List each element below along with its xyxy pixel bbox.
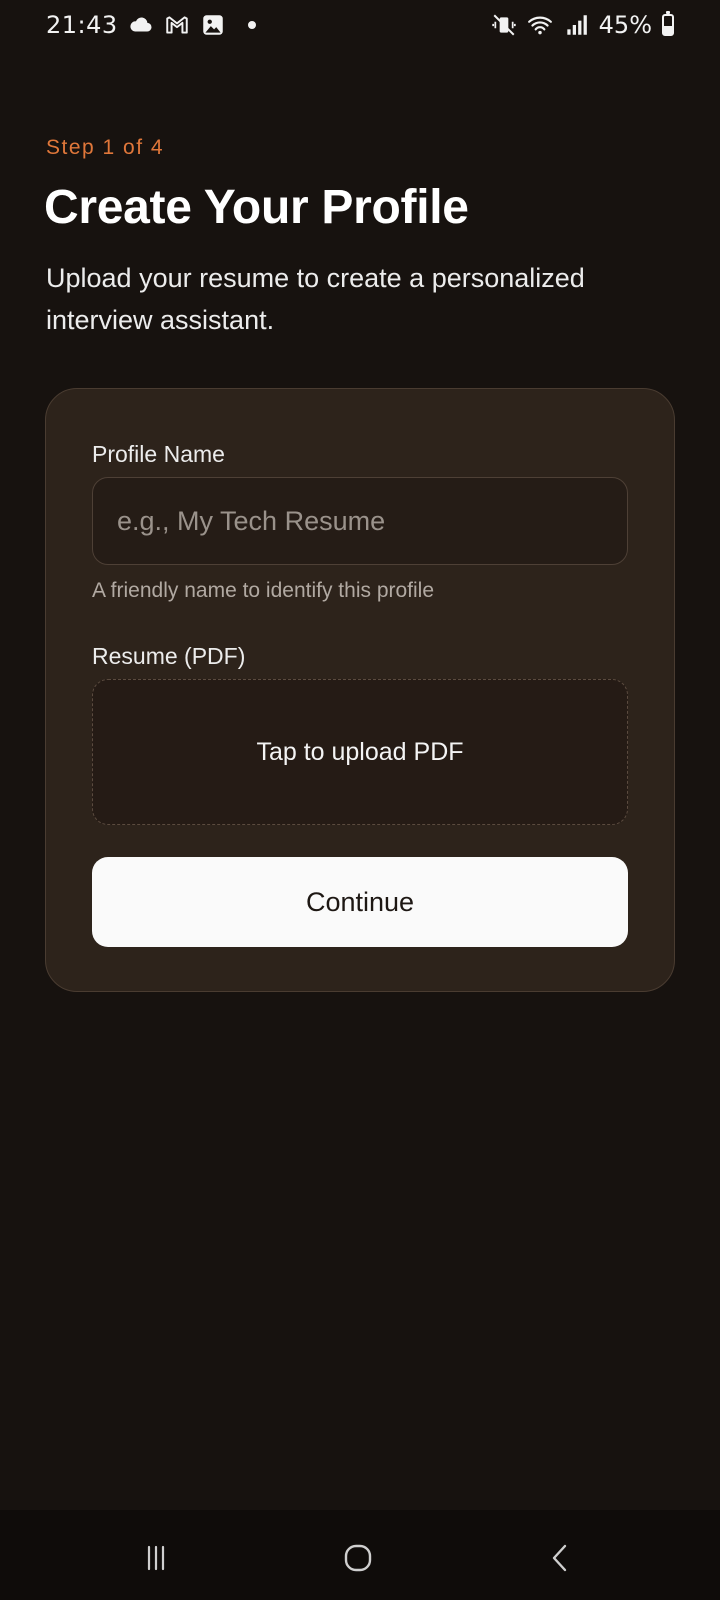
battery-icon [662, 11, 674, 36]
navigation-bar [0, 1510, 720, 1600]
status-bar: 21:43 45% [0, 0, 720, 50]
mute-vibrate-icon [491, 12, 517, 38]
back-icon [552, 1544, 567, 1572]
upload-prompt: Tap to upload PDF [256, 737, 464, 766]
recent-apps-button[interactable] [128, 1530, 184, 1586]
profile-name-helper: A friendly name to identify this profile [92, 579, 435, 602]
recent-apps-icon [147, 1545, 165, 1571]
gallery-icon [200, 12, 226, 38]
back-button[interactable] [532, 1530, 588, 1586]
battery-percent: 45% [598, 11, 652, 39]
page-title: Create Your Profile [44, 181, 469, 234]
signal-icon [563, 12, 589, 38]
notification-dot-icon [247, 21, 256, 29]
status-left: 21:43 [46, 11, 256, 39]
battery-fill [664, 25, 672, 34]
home-icon [344, 1544, 372, 1572]
status-right: 45% [491, 11, 674, 39]
wifi-icon [527, 12, 553, 38]
profile-name-label: Profile Name [92, 441, 225, 467]
cloud-icon [128, 12, 154, 38]
status-time: 21:43 [46, 11, 118, 39]
screen: 21:43 45% Step 1 of 4 Create Your Profil… [0, 0, 720, 1600]
step-indicator: Step 1 of 4 [46, 136, 165, 159]
page-subtitle: Upload your resume to create a personali… [46, 263, 585, 335]
gmail-icon [164, 12, 190, 38]
resume-upload-zone[interactable]: Tap to upload PDF [92, 679, 628, 825]
profile-form-card: Profile Name A friendly name to identify… [45, 388, 675, 992]
profile-name-input[interactable] [92, 477, 628, 565]
resume-label: Resume (PDF) [92, 643, 246, 669]
continue-button[interactable]: Continue [92, 857, 628, 947]
home-button[interactable] [330, 1530, 386, 1586]
